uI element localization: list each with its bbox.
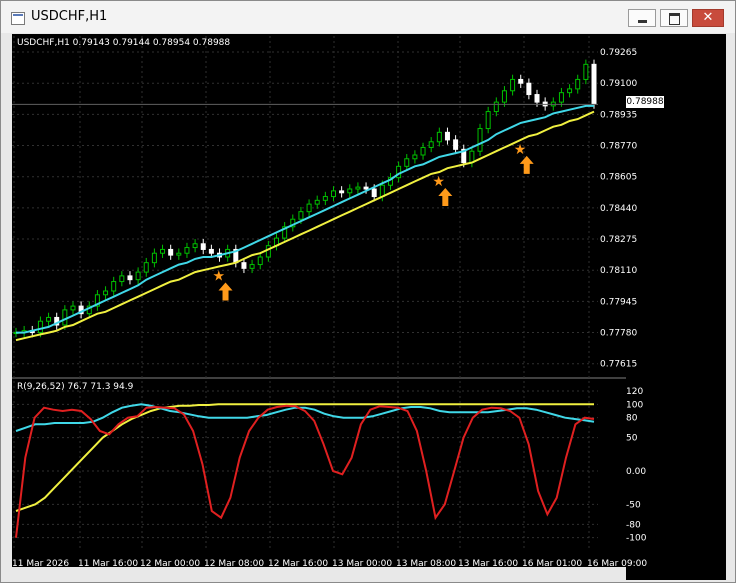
candle-body <box>143 262 149 273</box>
candle-body <box>306 203 312 213</box>
candle-body <box>257 256 263 266</box>
y-tick-label: 0.77615 <box>600 360 637 370</box>
candle-body <box>428 141 434 148</box>
y-tick-label: 0.78440 <box>600 204 637 214</box>
candle-body <box>518 78 524 84</box>
candle-body <box>477 128 483 152</box>
candle-body <box>46 316 52 322</box>
candle-body <box>111 281 117 292</box>
ind-tick-label: 120 <box>626 387 643 397</box>
candle-body <box>444 131 450 141</box>
ind-tick-label: 50 <box>626 434 638 444</box>
candle-body <box>322 196 328 201</box>
candle-body <box>347 188 353 194</box>
x-tick-label: 16 Mar 01:00 <box>522 559 582 569</box>
y-tick-label: 0.79100 <box>600 79 637 89</box>
y-tick-label: 0.78275 <box>600 235 637 245</box>
x-tick-label: 12 Mar 08:00 <box>204 559 264 569</box>
ind-tick-label: -80 <box>626 520 641 530</box>
candle-body <box>176 252 182 256</box>
x-tick-label: 12 Mar 00:00 <box>140 559 200 569</box>
candle-body <box>184 247 190 254</box>
candle-body <box>567 88 573 94</box>
candle-body <box>160 248 166 254</box>
ind-tick-label: 100 <box>626 400 643 410</box>
candle-body <box>436 131 442 143</box>
candle-body <box>510 78 516 92</box>
ind-tick-label: 80 <box>626 414 638 424</box>
x-tick-label: 11 Mar 16:00 <box>78 559 138 569</box>
y-tick-label: 0.77945 <box>600 297 637 307</box>
candle-body <box>265 245 271 258</box>
indicator-info: R(9,26,52) 76.7 71.3 94.9 <box>17 382 134 392</box>
candle-body <box>151 252 157 264</box>
star-marker: ★ <box>213 268 226 284</box>
candle-body <box>526 82 532 96</box>
y-tick-label: 0.77780 <box>600 329 637 339</box>
candle-body <box>62 309 68 326</box>
y-tick-label: 0.79265 <box>600 48 637 58</box>
candle-body <box>591 63 597 105</box>
y-tick-label: 0.78605 <box>600 173 637 183</box>
x-tick-label: 13 Mar 08:00 <box>396 559 456 569</box>
symbol-info: USDCHF,H1 0.79143 0.79144 0.78954 0.7898… <box>17 38 231 48</box>
star-marker: ★ <box>432 174 445 190</box>
candle-body <box>363 186 369 190</box>
price-chart[interactable]: 0.79265 0.79100 0.78935 0.78770 0.78605 0.784… <box>0 0 736 583</box>
candle-body <box>135 271 141 281</box>
ind-tick-label: -50 <box>626 500 641 510</box>
ind-tick-label: 0.00 <box>626 467 646 477</box>
candle-body <box>558 92 564 103</box>
candle-body <box>493 101 499 113</box>
candle-body <box>37 320 43 334</box>
candle-body <box>103 290 109 296</box>
star-marker: ★ <box>514 142 527 158</box>
candle-body <box>119 275 125 283</box>
x-tick-label: 12 Mar 16:00 <box>268 559 328 569</box>
candle-body <box>501 90 507 103</box>
candle-body <box>485 111 491 130</box>
y-tick-label: 0.78935 <box>600 110 637 120</box>
candle-body <box>298 211 304 220</box>
candle-body <box>412 154 418 160</box>
candle-body <box>534 94 540 103</box>
candle-body <box>371 188 377 198</box>
candle-body <box>355 186 361 190</box>
candle-body <box>420 146 426 156</box>
candle-body <box>70 305 76 311</box>
candle-body <box>575 78 581 90</box>
candle-body <box>192 243 198 249</box>
candle-body <box>200 243 206 250</box>
candle-body <box>127 275 133 281</box>
ind-tick-label: -100 <box>626 534 647 544</box>
candle-body <box>404 158 410 167</box>
current-price-label: 0.78988 <box>626 96 664 108</box>
candle-body <box>208 248 214 254</box>
y-tick-label: 0.78770 <box>600 142 637 152</box>
x-tick-label: 16 Mar 09:00 <box>587 559 647 569</box>
candle-body <box>241 262 247 269</box>
candle-body <box>314 199 320 205</box>
candle-body <box>453 139 459 150</box>
candle-body <box>330 190 336 198</box>
candle-body <box>249 264 255 269</box>
y-tick-label: 0.78110 <box>600 266 637 276</box>
candle-body <box>168 248 174 256</box>
candle-body <box>339 190 345 194</box>
x-tick-label: 13 Mar 16:00 <box>458 559 518 569</box>
candle-body <box>583 63 589 80</box>
x-tick-label: 13 Mar 00:00 <box>332 559 392 569</box>
x-tick-label: 11 Mar 2026 <box>12 559 69 569</box>
